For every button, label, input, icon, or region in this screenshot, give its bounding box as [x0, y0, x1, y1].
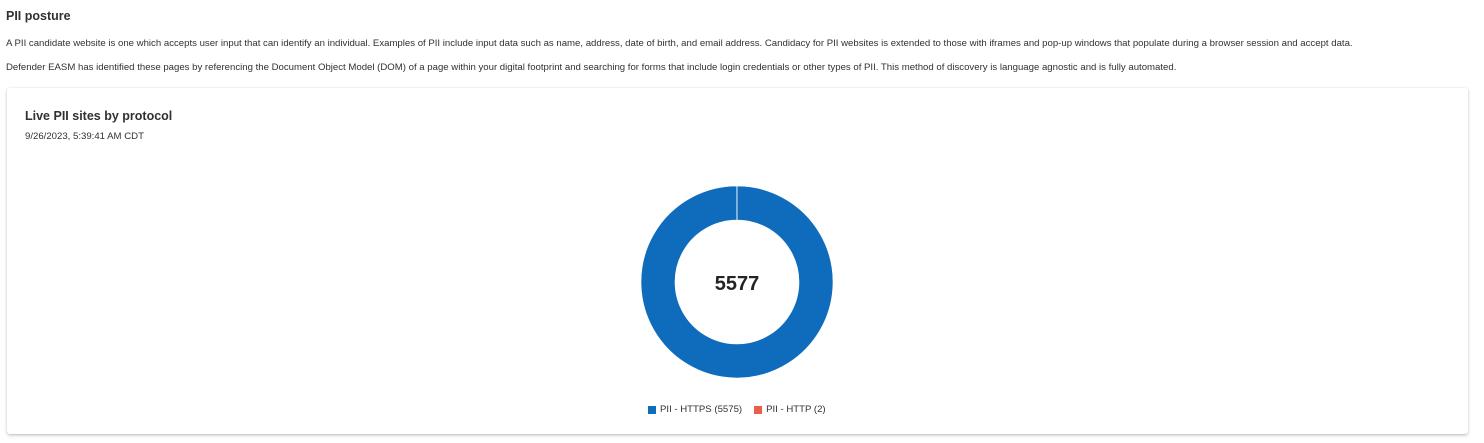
- legend-item-http[interactable]: PII - HTTP (2): [754, 404, 826, 415]
- donut-chart: 5577: [640, 185, 834, 379]
- legend-label-http: PII - HTTP (2): [766, 404, 826, 415]
- legend-item-https[interactable]: PII - HTTPS (5575): [648, 404, 742, 415]
- legend-swatch-https: [648, 405, 656, 414]
- section-description-1: A PII candidate website is one which acc…: [6, 38, 1353, 49]
- donut-center-total: 5577: [715, 273, 760, 295]
- section-description-2: Defender EASM has identified these pages…: [6, 62, 1177, 73]
- chart-card: Live PII sites by protocol 9/26/2023, 5:…: [7, 88, 1468, 434]
- pii-posture-page: PII posture A PII candidate website is o…: [0, 0, 1484, 443]
- card-title: Live PII sites by protocol: [25, 109, 173, 123]
- legend-swatch-http: [754, 405, 763, 414]
- chart-legend: PII - HTTPS (5575) PII - HTTP (2): [648, 404, 838, 415]
- card-timestamp: 9/26/2023, 5:39:41 AM CDT: [25, 131, 144, 142]
- section-title: PII posture: [6, 9, 71, 23]
- legend-label-https: PII - HTTPS (5575): [660, 404, 743, 415]
